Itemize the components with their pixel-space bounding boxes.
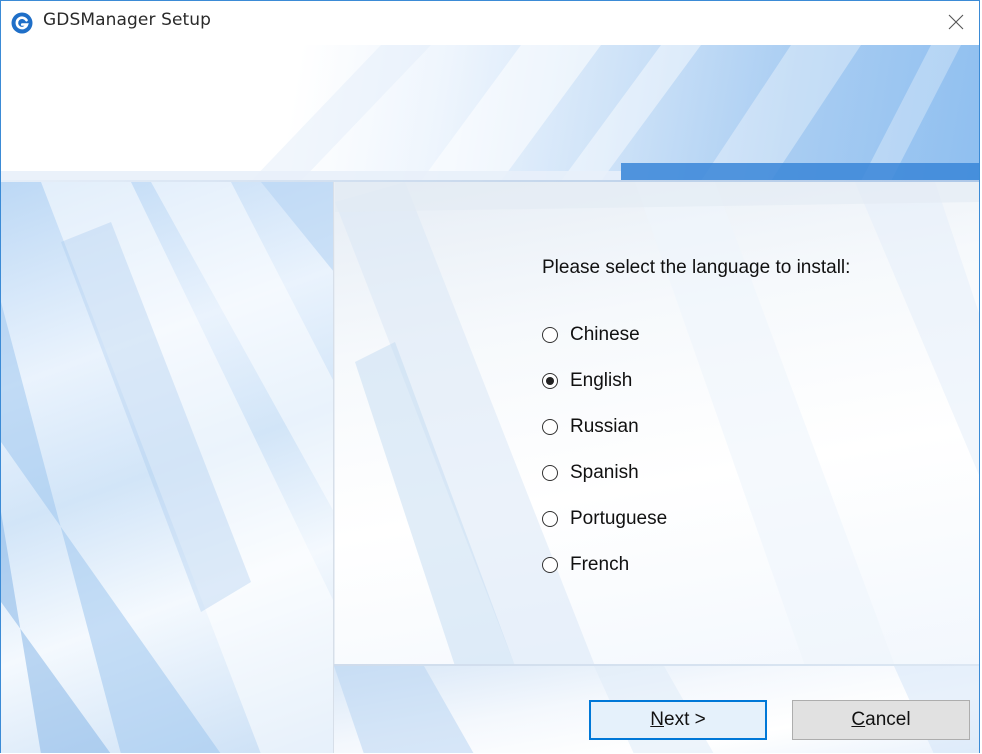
language-radio-group: Chinese English Russian Spanish Portugue… bbox=[542, 312, 667, 588]
gds-logo-icon bbox=[11, 12, 33, 34]
radio-button[interactable] bbox=[542, 327, 558, 343]
cancel-button-accelerator: C bbox=[851, 709, 866, 730]
setup-window: GDSManager Setup Please select the langu… bbox=[0, 0, 980, 753]
header-banner bbox=[1, 45, 979, 181]
language-label[interactable]: Spanish bbox=[570, 462, 639, 484]
language-label[interactable]: Chinese bbox=[570, 324, 640, 346]
close-icon bbox=[948, 14, 964, 30]
left-side-panel bbox=[1, 182, 334, 753]
language-option-english[interactable]: English bbox=[542, 358, 667, 404]
radio-button-selected[interactable] bbox=[542, 373, 558, 389]
language-prompt: Please select the language to install: bbox=[542, 257, 851, 278]
banner-graphic bbox=[1, 45, 979, 181]
cancel-button-label: ancel bbox=[865, 709, 911, 730]
close-button[interactable] bbox=[933, 1, 979, 45]
next-button-label: ext > bbox=[664, 709, 706, 730]
title-bar: GDSManager Setup bbox=[1, 1, 979, 45]
radio-button[interactable] bbox=[542, 419, 558, 435]
language-label[interactable]: Russian bbox=[570, 416, 639, 438]
language-option-portuguese[interactable]: Portuguese bbox=[542, 496, 667, 542]
language-label[interactable]: Portuguese bbox=[570, 508, 667, 530]
cancel-button[interactable]: Cancel bbox=[792, 700, 970, 740]
language-option-chinese[interactable]: Chinese bbox=[542, 312, 667, 358]
radio-button[interactable] bbox=[542, 511, 558, 527]
side-panel-graphic bbox=[1, 182, 333, 753]
radio-button[interactable] bbox=[542, 465, 558, 481]
language-option-spanish[interactable]: Spanish bbox=[542, 450, 667, 496]
language-label[interactable]: English bbox=[570, 370, 632, 392]
window-title: GDSManager Setup bbox=[43, 10, 212, 30]
language-option-french[interactable]: French bbox=[542, 542, 667, 588]
next-button-accelerator: N bbox=[650, 709, 664, 730]
language-option-russian[interactable]: Russian bbox=[542, 404, 667, 450]
next-button[interactable]: Next > bbox=[589, 700, 767, 740]
radio-button[interactable] bbox=[542, 557, 558, 573]
language-label[interactable]: French bbox=[570, 554, 629, 576]
